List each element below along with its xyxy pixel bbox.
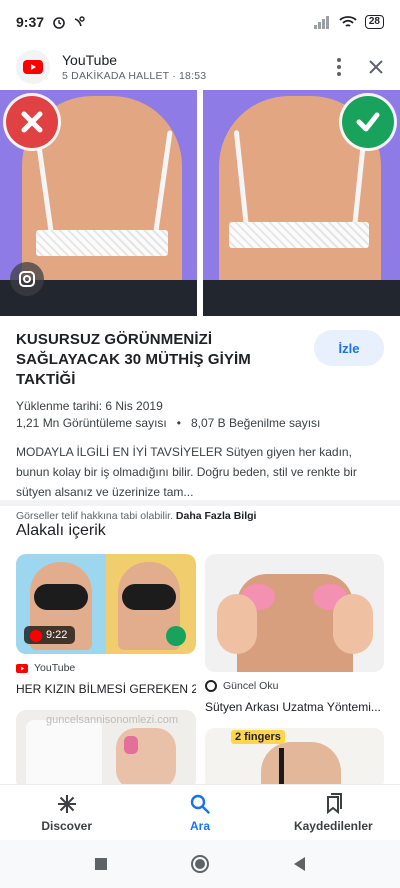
like-count: 8,07 B Beğenilme sayısı [190,416,321,430]
video-title[interactable]: KUSURSUZ GÖRÜNMENİZİ SAĞLAYACAK 30 MÜTHİ… [16,330,301,390]
correct-check-icon [342,96,394,148]
overlay-text: 2 fingers [231,730,285,744]
related-card-thumbnail: guncelsannisonomlezi.com [16,710,196,790]
stat-separator: • [176,416,181,430]
status-bar: 9:37 28 [0,0,400,44]
close-icon[interactable] [368,59,384,75]
bottom-navigation: Discover Ara Kaydedilenler [0,784,400,840]
check-icon [166,626,186,646]
hero-image-after [203,90,400,316]
related-card[interactable]: 2 fingers [205,728,384,790]
bookmarks-icon [327,792,343,814]
watch-button[interactable]: İzle [314,330,384,366]
video-duration: 9:22 [24,626,76,644]
alarm-icon [53,17,65,29]
signal-icon [313,16,329,29]
youtube-icon [16,663,28,673]
source-subtitle: 5 DAKİKADA HALLET · 18:53 [62,70,207,82]
related-section-title: Alakalı içerik [16,522,106,539]
upload-date: Yüklenme tarihi: 6 Nis 2019 [16,399,163,413]
source-logo-icon [205,680,217,692]
home-icon[interactable] [190,854,210,874]
nav-search[interactable]: Ara [133,785,266,840]
wifi-icon [339,16,357,27]
related-card-thumbnail: 9:22 [16,554,196,654]
result-info: KUSURSUZ GÖRÜNMENİZİ SAĞLAYACAK 30 MÜTHİ… [16,330,384,522]
google-lens-icon[interactable] [10,262,44,296]
recent-apps-icon[interactable] [94,857,108,871]
card-source: YouTube [34,662,76,674]
related-card[interactable]: Güncel Oku Sütyen Arkası Uzatma Yöntemi.… [205,554,384,714]
hero-image-before [0,90,197,316]
play-icon [30,630,42,642]
back-icon[interactable] [292,856,306,872]
search-icon [190,794,210,814]
related-card[interactable]: 9:22 YouTube HER KIZIN BİLMESİ GEREKEN 2… [16,554,196,696]
section-divider [0,500,400,506]
view-count: 1,21 Mn Görüntüleme sayısı [16,416,167,430]
related-card-thumbnail: 2 fingers [205,728,384,790]
related-card-thumbnail [205,554,384,672]
more-options-icon[interactable] [336,57,342,77]
copyright-notice: Görseller telif hakkına tabi olabilir. D… [16,510,257,522]
card-source: Güncel Oku [223,680,279,692]
status-time: 9:37 [16,14,45,30]
more-info-link[interactable]: Daha Fazla Bilgi [176,510,257,522]
nfc-icon [74,16,85,27]
source-title: YouTube [62,52,118,68]
hero-image[interactable] [0,90,400,316]
card-title: Sütyen Arkası Uzatma Yöntemi... [205,700,381,714]
related-card[interactable]: guncelsannisonomlezi.com [16,710,196,790]
watermark: guncelsannisonomlezi.com [46,714,179,726]
youtube-logo-icon [16,50,50,84]
battery-indicator: 28 [364,15,384,29]
wrong-x-icon [6,96,58,148]
asterisk-icon [57,794,76,813]
system-navigation [0,840,400,888]
nav-saved[interactable]: Kaydedilenler [267,785,400,840]
card-title: HER KIZIN BİLMESİ GEREKEN 2... [16,682,196,696]
result-header: YouTube 5 DAKİKADA HALLET · 18:53 [0,44,400,90]
nav-discover[interactable]: Discover [0,785,133,840]
video-description: MODAYLA İLGİLİ EN İYİ TAVSİYELER Sütyen … [16,445,357,499]
